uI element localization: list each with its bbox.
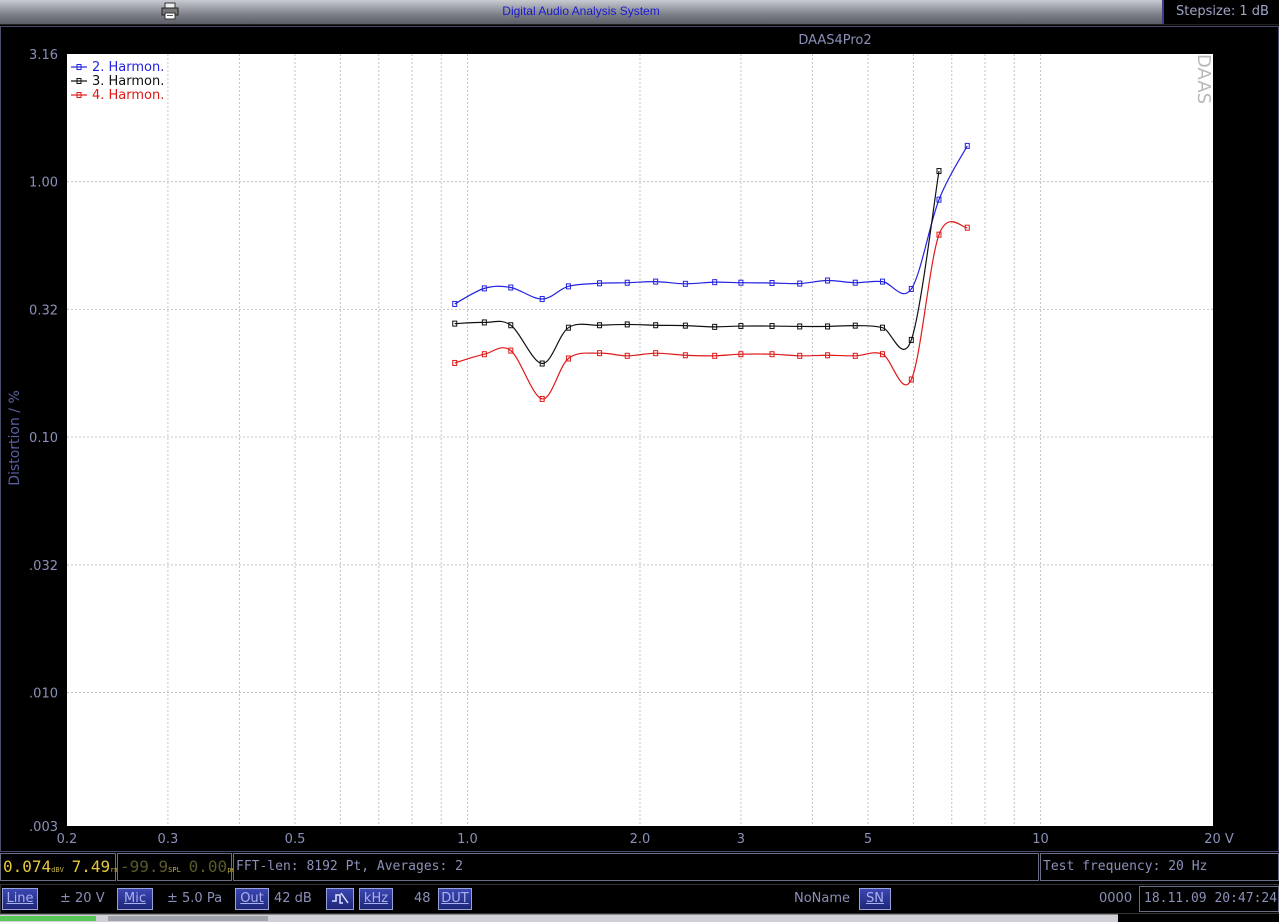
line-range: ± 20 V — [60, 891, 105, 906]
y-tick-label: .010 — [29, 686, 58, 701]
meter1-unit: dBV — [51, 866, 64, 874]
test-frequency: Test frequency: 20 Hz — [1040, 853, 1279, 881]
serial-number-button[interactable]: SN — [859, 888, 891, 910]
chart-title: DAAS4Pro2 — [798, 33, 871, 48]
legend-entry: 3. Harmon. — [92, 74, 164, 89]
meter-panel-1: 0.074dBV 7.49rms — [0, 853, 123, 881]
dut-name: NoName — [794, 891, 851, 906]
x-tick-label: 2.0 — [630, 832, 651, 847]
x-tick-label: 3 — [737, 832, 745, 847]
meter-panel-2: -99.9SPL 0.00peak — [117, 853, 244, 881]
meter1-value: 0.074 — [3, 857, 52, 876]
serial-number: 0000 — [1099, 891, 1133, 906]
x-tick-label: 5 — [864, 832, 872, 847]
y-tick-label: 0.10 — [29, 431, 58, 446]
distortion-chart: DAAS4Pro2 DAAS Distortion / % 20 V 3.16 1… — [0, 26, 1279, 852]
output-level: 42 dB — [274, 891, 312, 906]
meter4-value: 0.00 — [188, 857, 228, 876]
sample-rate: 48 — [414, 891, 431, 906]
line-input-button[interactable]: Line — [2, 888, 38, 910]
mic-input-button[interactable]: Mic — [117, 888, 153, 910]
y-tick-label: 0.32 — [29, 303, 58, 318]
legend-entry: 4. Harmon. — [92, 88, 164, 103]
stepsize-readout: Stepsize: 1 dB — [1162, 0, 1279, 24]
window-title: Digital Audio Analysis System — [502, 4, 660, 18]
scroll-thumb[interactable] — [108, 916, 268, 921]
x-tick-label: 1.0 — [457, 832, 478, 847]
x-tick-label: 0.5 — [285, 832, 306, 847]
x-tick-label: 0.3 — [158, 832, 179, 847]
x-axis-unit-label: 20 V — [1204, 832, 1234, 847]
output-button[interactable]: Out — [235, 888, 269, 910]
fft-info: FFT-len: 8192 Pt, Averages: 2 — [233, 853, 1039, 881]
x-tick-label: 0.2 — [57, 832, 78, 847]
scroll-indicator — [0, 916, 96, 921]
y-axis-label: Distortion / % — [7, 390, 23, 486]
meter2-value: 7.49 — [71, 857, 111, 876]
meter3-value: -99.9 — [120, 857, 169, 876]
legend-entry: 2. Harmon. — [92, 60, 164, 75]
dut-button[interactable]: DUT — [438, 888, 472, 910]
waveform-icon — [332, 892, 349, 904]
y-tick-label: 3.16 — [29, 48, 58, 63]
datetime: 18.11.09 20:47:24 — [1139, 886, 1279, 912]
waveform-button[interactable] — [326, 888, 354, 910]
x-tick-label: 10 — [1032, 832, 1049, 847]
y-tick-label: .032 — [29, 559, 58, 574]
meter3-unit: SPL — [168, 866, 181, 874]
y-tick-label: 1.00 — [29, 176, 58, 191]
watermark: DAAS — [1193, 54, 1214, 104]
y-tick-label: .003 — [29, 820, 58, 835]
mic-range: ± 5.0 Pa — [167, 891, 223, 906]
window-title-bar: Digital Audio Analysis System — [0, 0, 1279, 25]
khz-button[interactable]: kHz — [359, 888, 393, 910]
